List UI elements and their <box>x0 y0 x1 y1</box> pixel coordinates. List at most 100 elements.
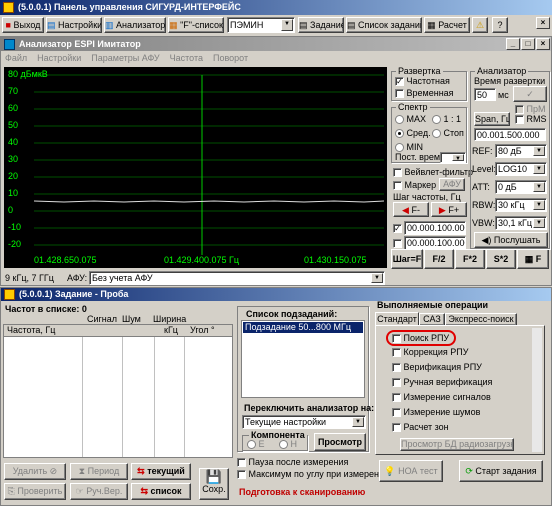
current-button[interactable]: ⇆ текущий <box>131 463 191 480</box>
s-mul2-button[interactable]: S*2 <box>486 249 516 269</box>
settings-button[interactable]: ▤ Настройки <box>46 17 102 33</box>
att-select[interactable]: 0 дБ ▼ <box>495 180 547 194</box>
arrow-icon: ⇆ <box>137 466 145 476</box>
f-button[interactable]: ▦ F <box>517 249 549 269</box>
task-button[interactable]: ▤ Задание <box>298 17 344 33</box>
menu-settings[interactable]: Настройки <box>37 53 81 63</box>
minimize-icon[interactable]: _ <box>506 38 520 50</box>
sweep-time-input[interactable]: 50 <box>474 88 496 101</box>
y-tick: 70 <box>8 86 19 96</box>
close-icon[interactable]: × <box>536 38 550 50</box>
f-minus-button[interactable]: ◀ F- <box>393 202 429 217</box>
rbw-select[interactable]: 30 кГц ▼ <box>495 198 547 212</box>
view-button[interactable]: Просмотр <box>314 433 366 451</box>
component-e-radio[interactable]: E <box>247 439 265 450</box>
save-button[interactable]: 💾 Сохр. <box>199 468 229 500</box>
period-icon: ⧗ <box>78 466 86 476</box>
freq2-checkbox[interactable] <box>393 238 402 249</box>
view-db-button[interactable]: Просмотр БД радиозагрузки <box>400 438 514 451</box>
f-plus-button[interactable]: ▶ F+ <box>431 202 467 217</box>
preset-select[interactable]: ПЭМИН ▼ <box>227 17 295 33</box>
noa-test-button[interactable]: 💡 НОА тест <box>379 460 443 482</box>
list-item[interactable]: Подзадание 50...800 МГц <box>243 322 363 333</box>
chevron-down-icon: ▼ <box>533 182 545 192</box>
checkbox-box <box>515 115 524 125</box>
op-measure-signals[interactable]: Измерение сигналов <box>392 392 491 403</box>
chevron-down-icon: ▼ <box>352 417 364 427</box>
spectrum-stop-radio[interactable]: Стоп <box>432 128 464 139</box>
col-angle[interactable]: Угол ° <box>190 325 215 336</box>
chevron-down-icon: ▼ <box>533 146 545 156</box>
menu-rotation[interactable]: Поворот <box>213 53 248 63</box>
menu-file[interactable]: Файл <box>5 53 27 63</box>
close-icon[interactable]: × <box>536 17 550 29</box>
apply-button[interactable]: ✓ <box>513 86 547 102</box>
check-icon: ✓ <box>393 224 402 234</box>
afu-button[interactable]: АФУ <box>439 178 465 191</box>
vbw-select[interactable]: 30,1 кГц ▼ <box>495 216 547 230</box>
app-icon <box>3 2 14 13</box>
freq1-input[interactable]: 00.000.100.000 <box>404 221 466 235</box>
subtasks-list[interactable]: Подзадание 50...800 МГц <box>241 320 365 398</box>
spectrum-max-radio[interactable]: MAX <box>395 114 426 125</box>
marker-checkbox[interactable]: Маркер <box>393 180 436 191</box>
max-angle-checkbox[interactable]: Максимум по углу при измерении <box>237 469 389 480</box>
scrollbar[interactable] <box>532 328 542 452</box>
no-icon: ⊘ <box>49 466 58 476</box>
checkbox-box <box>392 393 401 403</box>
op-calc-zones[interactable]: Расчет зон <box>392 422 449 433</box>
ref-select[interactable]: 80 дБ ▼ <box>495 144 547 158</box>
wavelet-checkbox[interactable]: Вейвлет-фильтр <box>393 167 473 178</box>
f-list-button[interactable]: ▦ "F"-список <box>168 17 224 33</box>
task-window: (5.0.0.1) Задание - Проба Частот в списк… <box>0 287 552 506</box>
menu-frequency[interactable]: Частота <box>170 53 203 63</box>
level-select[interactable]: LOG10 ▼ <box>495 162 547 176</box>
grid-icon: ▦ <box>524 254 534 264</box>
manual-check-button[interactable]: ☞ Руч.Вер. <box>70 483 128 500</box>
freq2-input[interactable]: 00.000.100.000 <box>404 236 466 250</box>
col-khz[interactable]: кГц <box>164 325 178 336</box>
radio-box <box>395 115 404 125</box>
op-correct-rpu[interactable]: Коррекция РПУ <box>392 347 468 358</box>
menu-afu-params[interactable]: Параметры АФУ <box>91 53 159 63</box>
help-button[interactable]: ? <box>492 17 508 33</box>
component-h-radio[interactable]: H <box>279 439 297 450</box>
const-time-select[interactable]: ▼ <box>440 152 466 163</box>
delete-button[interactable]: Удалить ⊘ <box>4 463 66 480</box>
exit-button[interactable]: ■ Выход <box>2 17 44 33</box>
f-div2-button[interactable]: F/2 <box>424 249 454 269</box>
tab-standard[interactable]: Стандарт <box>375 312 419 326</box>
warning-button[interactable]: ⚠ <box>472 17 488 33</box>
spectrum-ratio-radio[interactable]: 1 : 1 <box>432 114 461 125</box>
switch-select[interactable]: Текущие настройки ▼ <box>242 415 366 429</box>
op-manual-verify[interactable]: Ручная верификация <box>392 377 492 388</box>
col-frequency[interactable]: Частота, Гц <box>7 325 55 336</box>
period-button[interactable]: ⧗ Период <box>70 463 128 480</box>
spectrum-avg-radio[interactable]: Сред. <box>395 128 431 139</box>
sweep-time-checkbox[interactable]: Временная <box>395 88 454 99</box>
sweep-frequency-checkbox[interactable]: ✓ Частотная <box>395 76 450 87</box>
span-button[interactable]: Span, Гц <box>474 112 510 126</box>
pause-checkbox[interactable]: Пауза после измерения <box>237 457 348 468</box>
rms-checkbox[interactable]: RMS <box>515 114 547 125</box>
afu-select[interactable]: Без учета АФУ ▼ <box>89 271 385 285</box>
y-tick: 30 <box>8 154 19 164</box>
f-mul2-button[interactable]: F*2 <box>455 249 485 269</box>
step-f-button[interactable]: Шаг=F <box>391 249 423 269</box>
maximize-icon[interactable]: □ <box>521 38 535 50</box>
span-input[interactable]: 00.001.500.000 <box>474 128 546 141</box>
start-task-button[interactable]: ⟳ Старт задания <box>459 460 543 482</box>
op-measure-noise[interactable]: Измерение шумов <box>392 407 480 418</box>
list-button[interactable]: ⇆ список <box>131 483 191 500</box>
calc-button[interactable]: ▦ Расчет <box>424 17 470 33</box>
analyzer-button[interactable]: ▥ Анализатор <box>104 17 166 33</box>
listen-button[interactable]: ◀) Послушать <box>474 232 548 248</box>
task-list-button[interactable]: ▤ Список заданий <box>346 17 422 33</box>
op-search-rpu[interactable]: Поиск РПУ <box>392 333 449 344</box>
freq1-checkbox[interactable]: ✓ <box>393 223 402 234</box>
radio-box <box>432 115 441 125</box>
check-button[interactable]: ⎘ Проверить <box>4 483 66 500</box>
spectrum-plot[interactable]: 80 дБмкВ 70 60 50 40 30 20 10 0 -10 -20 … <box>4 67 387 268</box>
op-verify-rpu[interactable]: Верификация РПУ <box>392 362 482 373</box>
freq-table[interactable]: Частота, Гц кГц Угол ° <box>3 324 233 458</box>
